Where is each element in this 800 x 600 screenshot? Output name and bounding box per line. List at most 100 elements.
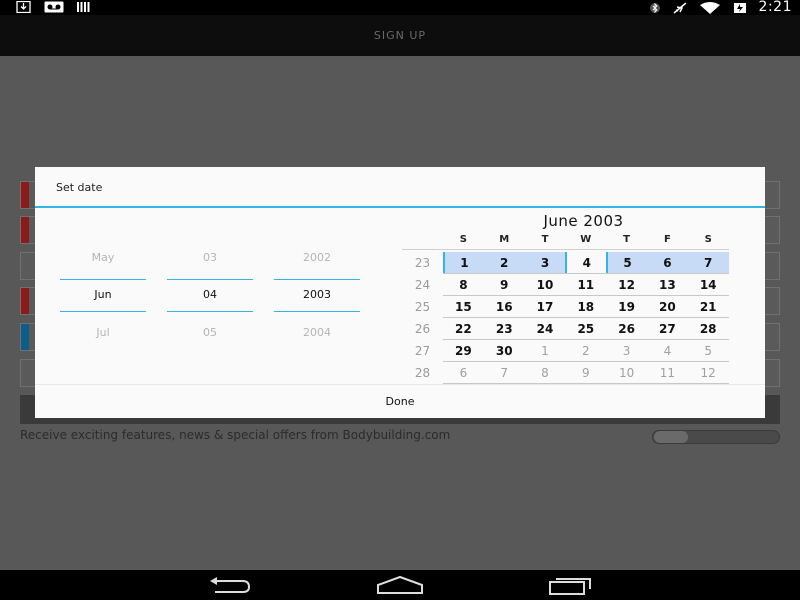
calendar-day[interactable]: 19 [606,296,647,317]
calendar-day[interactable]: 2 [565,340,606,361]
error-marker [21,182,29,208]
weekday-header: M [499,234,510,245]
calendar-header-divider [402,249,729,250]
calendar-day[interactable]: 24 [525,318,566,339]
calendar-day[interactable]: 8 [525,362,566,383]
weekday-header: T [623,234,630,245]
calendar-day[interactable]: 2 [483,252,525,273]
year-current[interactable]: 2003 [274,288,360,301]
focus-marker [21,324,29,350]
calendar-day[interactable]: 23 [484,318,525,339]
day-current[interactable]: 04 [167,288,253,301]
dialog-button-bar: Done [35,384,765,418]
day-next[interactable]: 05 [167,326,253,339]
spinner-divider [274,311,360,312]
calendar-day[interactable]: 12 [606,274,647,295]
week-days: 1234567 [443,252,729,274]
month-current[interactable]: Jun [60,288,146,301]
calendar-week-row: 26 22 23 24 25 26 27 28 [402,318,729,340]
calendar-day[interactable]: 12 [688,362,729,383]
calendar-week-row: 23 1 2 3 4 5 6 7 [402,252,729,274]
barcode-icon [77,2,90,12]
month-prev[interactable]: May [60,251,146,264]
calendar-day[interactable]: 25 [565,318,606,339]
month-spinner[interactable]: May Jun Jul [60,167,146,384]
battery-icon [733,2,746,13]
week-number: 23 [414,256,431,270]
week-days: 22 23 24 25 26 27 28 [443,318,729,340]
day-spinner[interactable]: 03 04 05 [167,167,253,384]
calendar-month-title: June 2003 [543,212,624,230]
clock: 2:21 [758,0,792,15]
bluetooth-icon [649,2,660,13]
airplane-icon [673,1,687,14]
calendar-day[interactable]: 22 [443,318,484,339]
week-days: 8 9 10 11 12 13 14 [443,274,729,296]
spinner-divider [60,279,146,280]
calendar-week-row: 27 29 30 1 2 3 4 5 [402,340,729,362]
calendar-week-row: 25 15 16 17 18 19 20 21 [402,296,729,318]
weekday-header: T [541,234,549,245]
spinner-divider [167,279,253,280]
calendar-day[interactable]: 6 [443,362,484,383]
calendar-week-row: 28 6 7 8 9 10 11 12 [402,362,729,384]
calendar-day[interactable]: 15 [443,296,484,317]
week-number: 27 [414,344,431,358]
spinner-divider [167,311,253,312]
month-next[interactable]: Jul [60,326,146,339]
calendar-day[interactable]: 5 [606,252,647,273]
calendar-day[interactable]: 10 [525,274,566,295]
done-button[interactable]: Done [35,385,765,419]
calendar-day[interactable]: 14 [688,274,729,295]
calendar-day[interactable]: 26 [606,318,647,339]
calendar-day[interactable]: 27 [647,318,688,339]
week-days: 15 16 17 18 19 20 21 [443,296,729,318]
optin-label: Receive exciting features, news & specia… [20,428,451,442]
calendar-day[interactable]: 13 [647,274,688,295]
calendar-day[interactable]: 11 [647,362,688,383]
calendar-day[interactable]: 3 [524,252,566,273]
year-spinner[interactable]: 2002 2003 2004 [274,167,360,384]
weekday-header: W [580,234,592,245]
calendar-day-selected[interactable]: 4 [565,252,606,273]
toggle-knob [654,431,688,443]
recent-apps-icon[interactable] [548,575,596,595]
calendar-day[interactable]: 9 [565,362,606,383]
calendar-day[interactable]: 7 [687,252,729,273]
calendar-day[interactable]: 29 [443,340,484,361]
year-prev[interactable]: 2002 [274,251,360,264]
week-number: 24 [414,278,431,292]
calendar-day[interactable]: 9 [484,274,525,295]
weekday-header: S [704,234,712,245]
error-marker [21,217,29,243]
calendar-day[interactable]: 20 [647,296,688,317]
calendar-day[interactable]: 1 [525,340,566,361]
back-icon[interactable] [205,575,253,595]
calendar-day[interactable]: 7 [484,362,525,383]
home-icon[interactable] [376,575,424,595]
optin-toggle [652,430,780,444]
weekday-header: F [663,234,671,245]
week-days: 29 30 1 2 3 4 5 [443,340,729,362]
calendar-day[interactable]: 4 [647,340,688,361]
calendar-day[interactable]: 28 [688,318,729,339]
calendar-day[interactable]: 5 [688,340,729,361]
calendar-day[interactable]: 30 [484,340,525,361]
calendar-day[interactable]: 1 [443,252,484,273]
day-prev[interactable]: 03 [167,251,253,264]
status-bar: 2:21 [0,0,800,15]
year-next[interactable]: 2004 [274,326,360,339]
calendar-day[interactable]: 8 [443,274,484,295]
wifi-icon [699,1,720,14]
calendar-day[interactable]: 10 [606,362,647,383]
spinner-divider [60,311,146,312]
calendar-day[interactable]: 11 [565,274,606,295]
calendar-day[interactable]: 21 [688,296,729,317]
calendar-day[interactable]: 18 [565,296,606,317]
week-days: 6 7 8 9 10 11 12 [443,362,729,384]
calendar-day[interactable]: 6 [646,252,688,273]
calendar-day[interactable]: 3 [606,340,647,361]
calendar-day[interactable]: 16 [484,296,525,317]
spinner-divider [274,279,360,280]
calendar-day[interactable]: 17 [525,296,566,317]
